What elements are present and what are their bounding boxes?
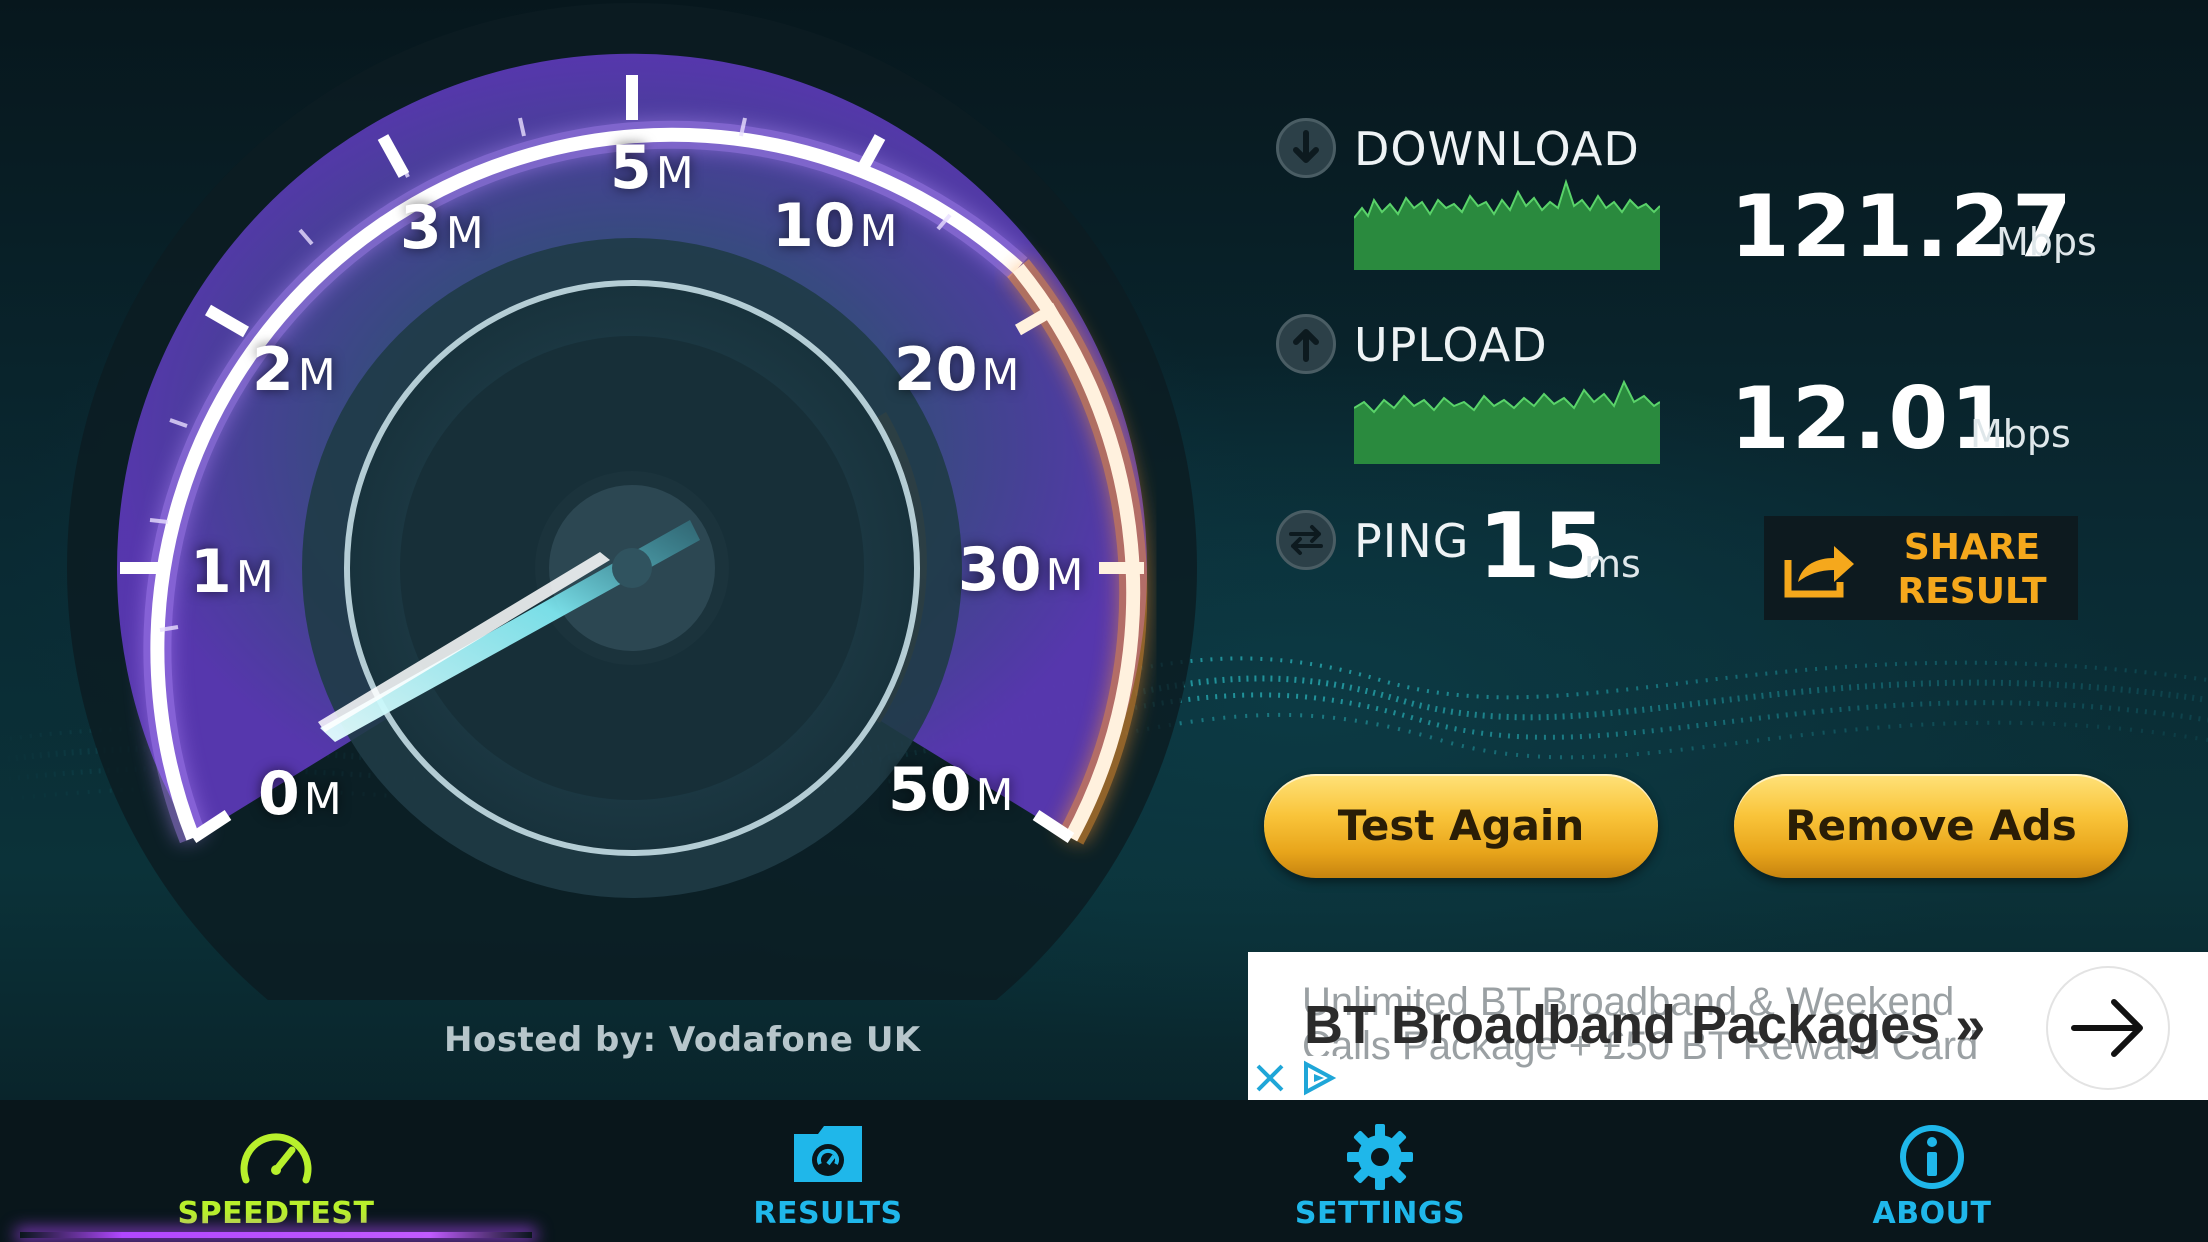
adchoices-button[interactable]: [1296, 1056, 1340, 1100]
ping-label: PING: [1354, 514, 1470, 568]
share-result-button[interactable]: SHARE RESULT: [1764, 516, 2078, 620]
gauge-tick-20: 20M: [894, 335, 1020, 405]
speedometer-icon: [240, 1133, 312, 1184]
gauge-tick-0: 0M: [258, 759, 342, 829]
gauge-tick-50: 50M: [888, 755, 1014, 825]
download-unit: Mbps: [1996, 220, 2097, 264]
tab-about[interactable]: ABOUT: [1656, 1100, 2208, 1242]
upload-graph: [1354, 379, 1660, 464]
bottom-tab-bar: SPEEDTEST RESULTS SETTINGS ABOUT: [0, 1100, 2208, 1242]
download-arrow-icon: [1276, 118, 1336, 178]
active-tab-indicator: [20, 1232, 532, 1238]
tab-speedtest[interactable]: SPEEDTEST: [0, 1100, 552, 1242]
tab-results-label: RESULTS: [753, 1196, 903, 1231]
close-icon: [1256, 1064, 1284, 1092]
ping-arrows-icon: [1276, 510, 1336, 570]
download-label: DOWNLOAD: [1354, 122, 1640, 176]
share-result-label: SHARE RESULT: [1897, 527, 2047, 612]
adchoices-icon: [1304, 1060, 1337, 1096]
tab-results[interactable]: RESULTS: [552, 1100, 1104, 1242]
remove-ads-button[interactable]: Remove Ads: [1734, 774, 2128, 878]
gauge-tick-10: 10M: [772, 191, 898, 261]
test-again-button[interactable]: Test Again: [1264, 774, 1658, 878]
tab-about-label: ABOUT: [1872, 1196, 1992, 1231]
gear-icon: [1347, 1124, 1413, 1190]
upload-arrow-icon: [1276, 314, 1336, 374]
info-icon: [1900, 1125, 1964, 1189]
gauge-tick-5: 5M: [610, 133, 694, 203]
upload-label: UPLOAD: [1354, 318, 1548, 372]
gauge-tick-1: 1M: [190, 537, 274, 607]
arrow-right-icon: [2071, 999, 2143, 1057]
tab-speedtest-label: SPEEDTEST: [177, 1196, 375, 1231]
ad-arrow-button[interactable]: [2048, 968, 2168, 1088]
gauge-tick-2: 2M: [252, 335, 336, 405]
gauge-tick-30: 30M: [958, 535, 1084, 605]
hosted-by-label: Hosted by: Vodafone UK: [444, 1020, 921, 1060]
tab-settings-label: SETTINGS: [1294, 1196, 1466, 1231]
tab-settings[interactable]: SETTINGS: [1104, 1100, 1656, 1242]
ping-unit: ms: [1584, 542, 1641, 586]
gauge-tick-3: 3M: [400, 193, 484, 263]
upload-unit: Mbps: [1970, 412, 2071, 456]
ad-headline: BT Broadband Packages »: [1304, 995, 1986, 1055]
ad-banner[interactable]: Unlimited BT Broadband & Weekend Calls P…: [1248, 952, 2208, 1100]
download-graph: [1354, 178, 1660, 270]
share-icon: [1784, 546, 1854, 598]
results-folder-icon: [794, 1126, 862, 1182]
ad-close-button[interactable]: [1248, 1056, 1292, 1100]
